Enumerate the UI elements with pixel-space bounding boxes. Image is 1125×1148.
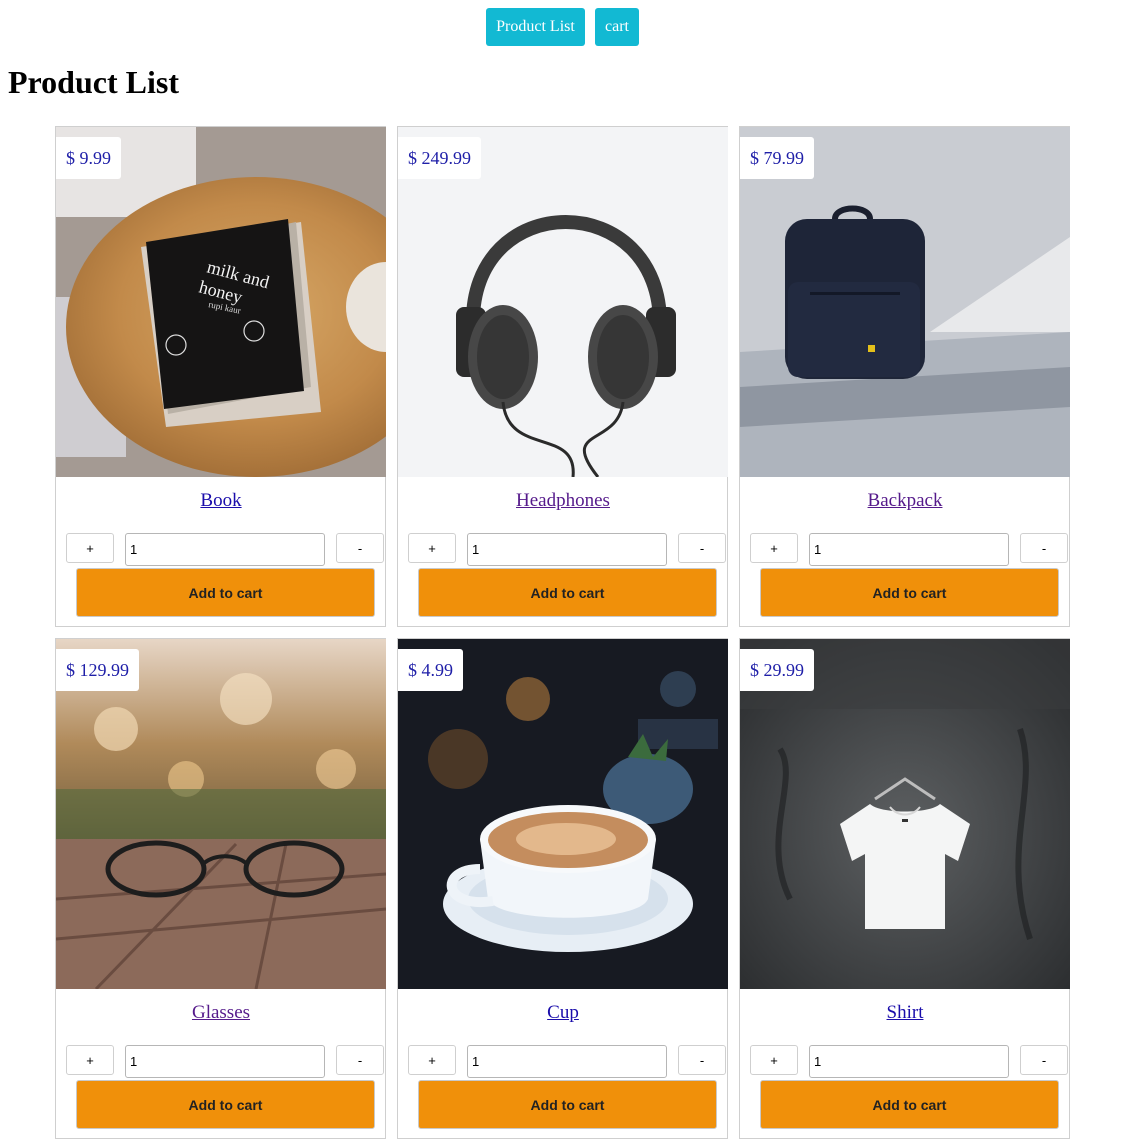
product-name-link[interactable]: Cup (398, 1002, 728, 1024)
increase-quantity-button[interactable]: + (66, 533, 114, 563)
headphones-photo (398, 127, 728, 477)
product-card: milk and honey rupi kaur $ 9.99 Book + -… (55, 126, 386, 627)
quantity-input[interactable] (809, 1045, 1009, 1078)
increase-quantity-button[interactable]: + (66, 1045, 114, 1075)
price-tag: $ 4.99 (398, 649, 463, 691)
price-tag: $ 9.99 (56, 137, 121, 179)
quantity-controls: + - (66, 1045, 384, 1079)
glasses-photo (56, 639, 386, 989)
product-list-button[interactable]: Product List (486, 8, 585, 46)
product-card: $ 129.99 Glasses + - Add to cart (55, 638, 386, 1139)
price-tag: $ 129.99 (56, 649, 139, 691)
quantity-controls: + - (66, 533, 384, 567)
increase-quantity-button[interactable]: + (750, 533, 798, 563)
quantity-controls: + - (408, 533, 726, 567)
add-to-cart-button[interactable]: Add to cart (760, 1080, 1059, 1129)
price-tag: $ 249.99 (398, 137, 481, 179)
add-to-cart-button[interactable]: Add to cart (760, 568, 1059, 617)
increase-quantity-button[interactable]: + (750, 1045, 798, 1075)
quantity-controls: + - (750, 533, 1068, 567)
add-to-cart-button[interactable]: Add to cart (418, 1080, 717, 1129)
add-to-cart-button[interactable]: Add to cart (76, 568, 375, 617)
increase-quantity-button[interactable]: + (408, 1045, 456, 1075)
quantity-input[interactable] (467, 533, 667, 566)
quantity-input[interactable] (809, 533, 1009, 566)
product-name-link[interactable]: Backpack (740, 490, 1070, 512)
quantity-controls: + - (408, 1045, 726, 1079)
cup-photo (398, 639, 728, 989)
product-card: $ 29.99 Shirt + - Add to cart (739, 638, 1070, 1139)
product-name-link[interactable]: Glasses (56, 1002, 386, 1024)
backpack-photo (740, 127, 1070, 477)
decrease-quantity-button[interactable]: - (678, 1045, 726, 1075)
quantity-input[interactable] (125, 1045, 325, 1078)
book-photo: milk and honey rupi kaur (56, 127, 386, 477)
price-tag: $ 29.99 (740, 649, 814, 691)
quantity-controls: + - (750, 1045, 1068, 1079)
page-title: Product List (8, 64, 179, 100)
quantity-input[interactable] (467, 1045, 667, 1078)
decrease-quantity-button[interactable]: - (1020, 1045, 1068, 1075)
decrease-quantity-button[interactable]: - (336, 1045, 384, 1075)
product-name-link[interactable]: Book (56, 490, 386, 512)
decrease-quantity-button[interactable]: - (678, 533, 726, 563)
decrease-quantity-button[interactable]: - (1020, 533, 1068, 563)
shirt-photo (740, 639, 1070, 989)
product-name-link[interactable]: Headphones (398, 490, 728, 512)
quantity-input[interactable] (125, 533, 325, 566)
decrease-quantity-button[interactable]: - (336, 533, 384, 563)
top-nav: Product List cart (0, 8, 1125, 46)
product-card: $ 79.99 Backpack + - Add to cart (739, 126, 1070, 627)
add-to-cart-button[interactable]: Add to cart (76, 1080, 375, 1129)
cart-button[interactable]: cart (595, 8, 639, 46)
price-tag: $ 79.99 (740, 137, 814, 179)
product-card: $ 249.99 Headphones + - Add to cart (397, 126, 728, 627)
increase-quantity-button[interactable]: + (408, 533, 456, 563)
product-name-link[interactable]: Shirt (740, 1002, 1070, 1024)
product-card: $ 4.99 Cup + - Add to cart (397, 638, 728, 1139)
add-to-cart-button[interactable]: Add to cart (418, 568, 717, 617)
